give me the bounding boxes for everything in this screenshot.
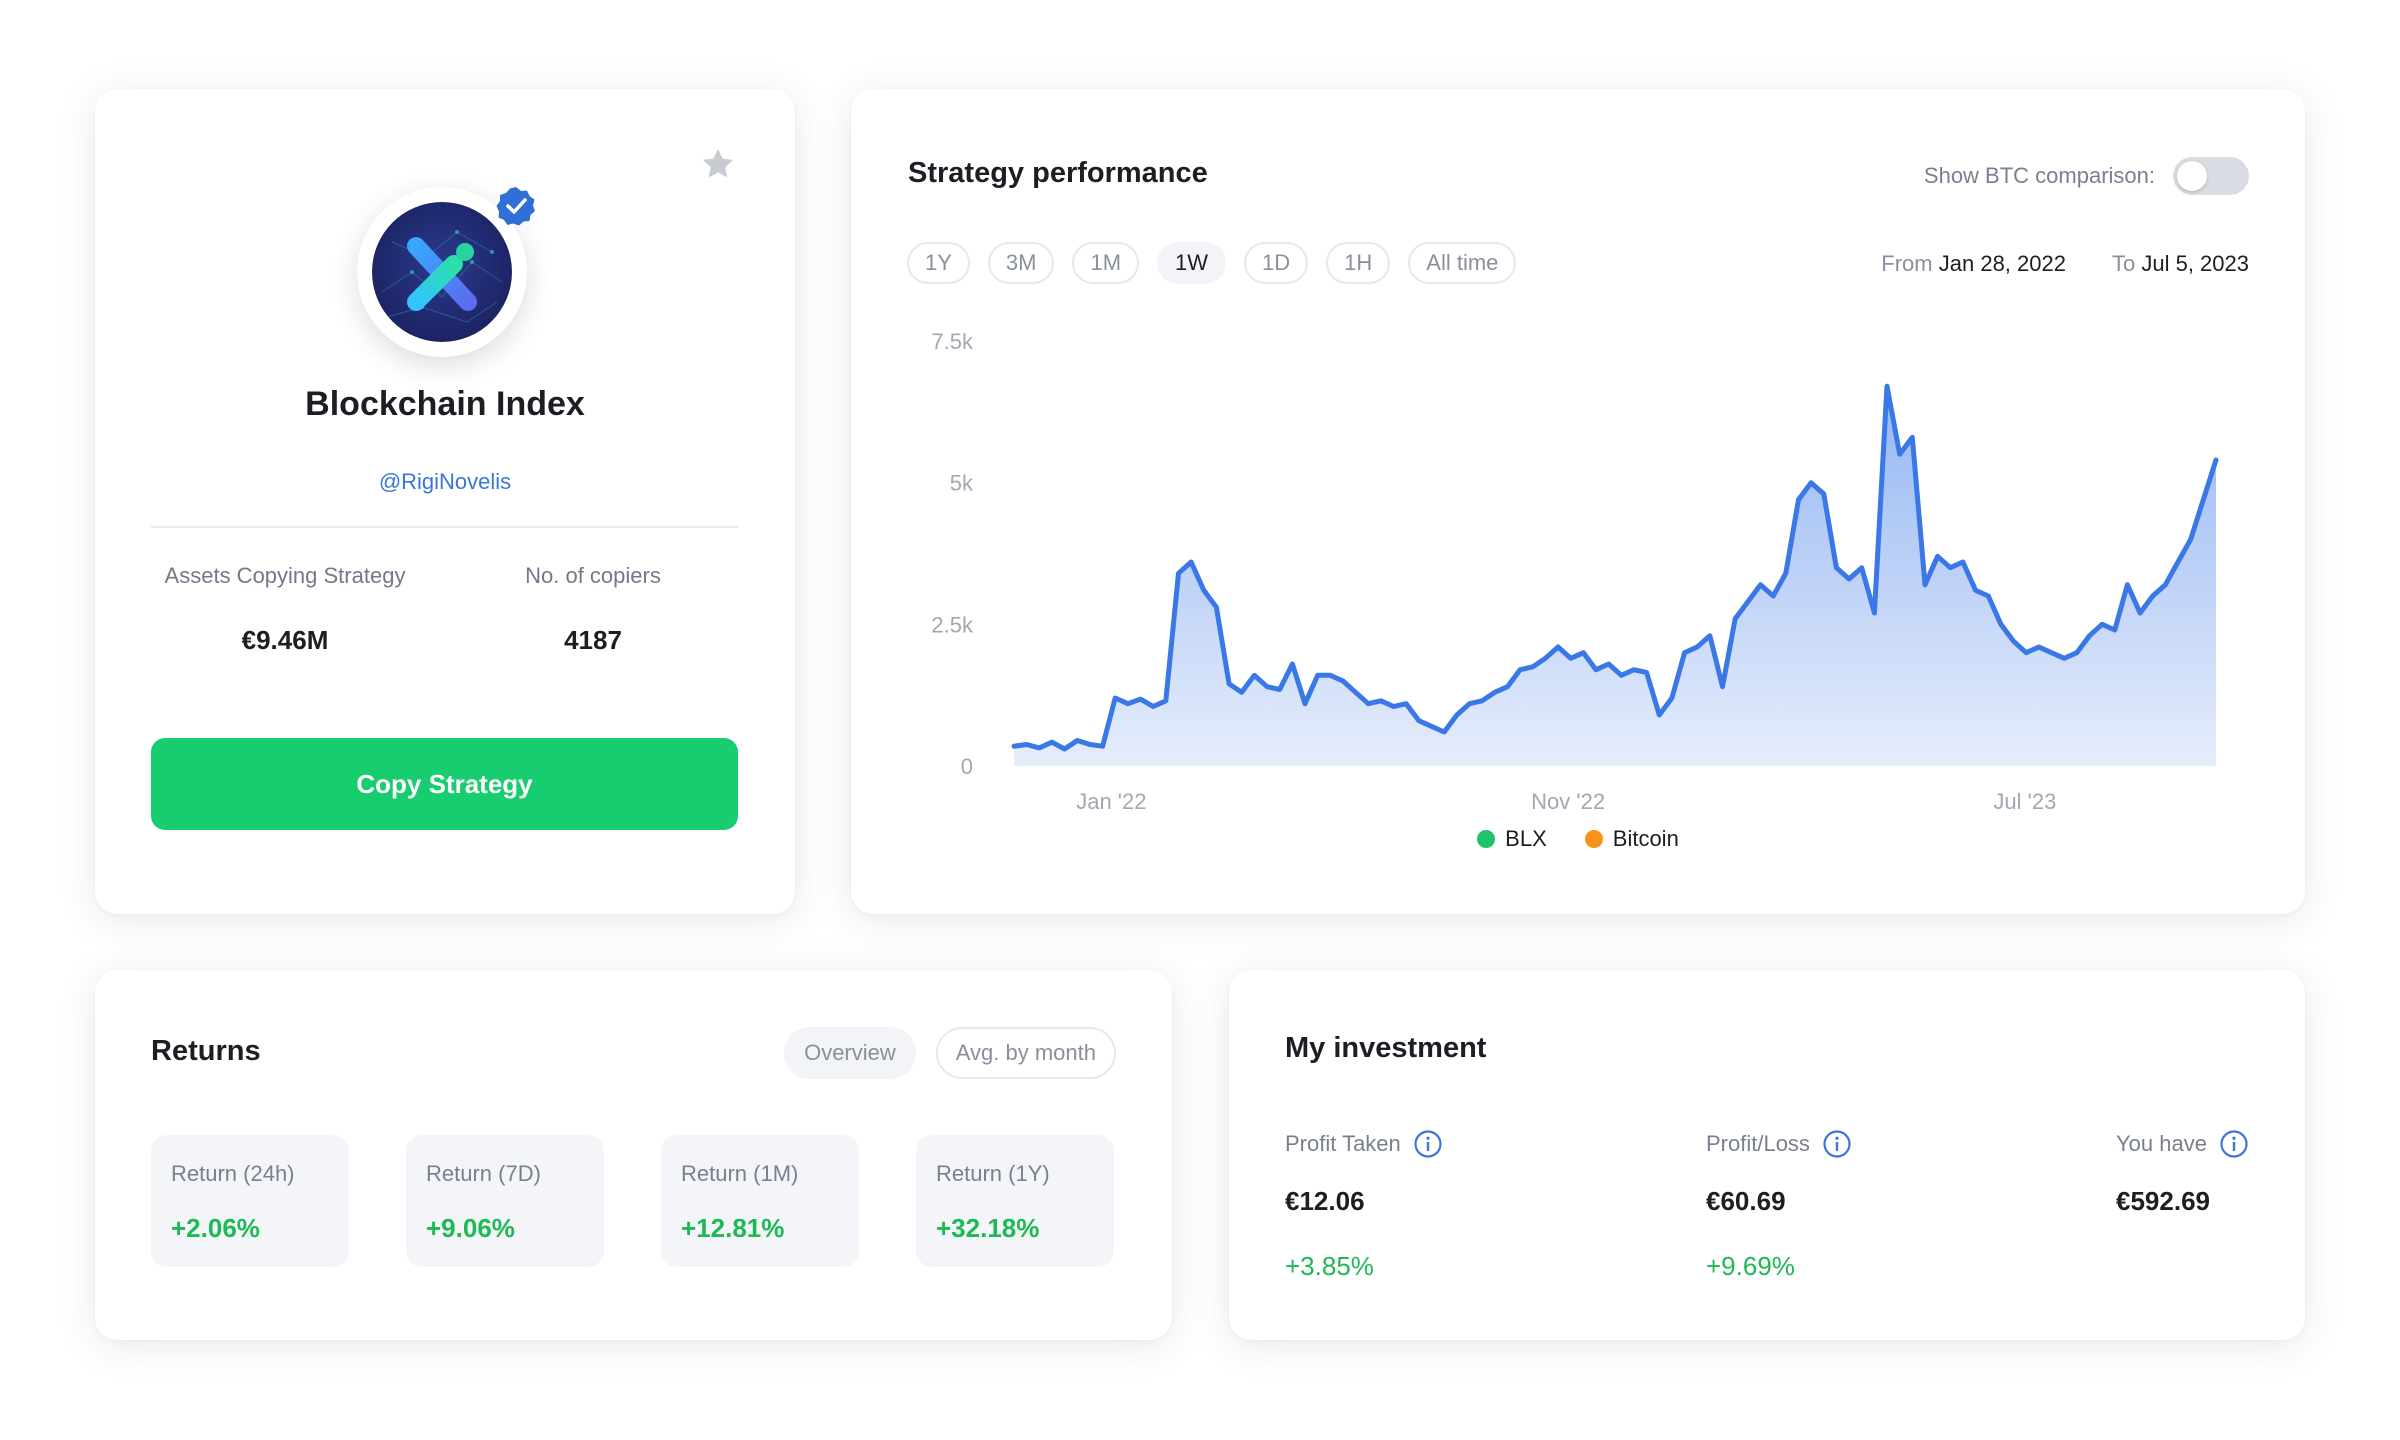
return-7d-box: Return (7D) +9.06%: [406, 1135, 604, 1267]
returns-card: Returns Overview Avg. by month Return (2…: [95, 970, 1172, 1340]
x-tick-label: Jul '23: [1993, 789, 2056, 814]
returns-title: Returns: [151, 1035, 261, 1067]
divider: [151, 526, 739, 528]
return-label: Return (1M): [681, 1161, 799, 1186]
return-value: +12.81%: [681, 1213, 785, 1243]
my-investment-card: My investment Profit Taken €12.06 +3.85%…: [1229, 970, 2305, 1340]
return-label: Return (1Y): [936, 1161, 1050, 1186]
author-handle-link[interactable]: @RigiNovelis: [95, 469, 795, 495]
info-icon[interactable]: [2219, 1129, 2249, 1159]
stat-change: +9.69%: [1706, 1251, 1795, 1281]
legend-label: BLX: [1505, 826, 1547, 851]
assets-copying-value: €9.46M: [241, 625, 329, 655]
tab-overview[interactable]: Overview: [784, 1027, 916, 1079]
investment-title: My investment: [1285, 1032, 1487, 1064]
y-tick-label: 2.5k: [931, 612, 974, 637]
legend-dot-icon: [1584, 830, 1603, 848]
stat-label: Profit Taken: [1285, 1131, 1401, 1156]
chart-legend: BLX Bitcoin: [851, 826, 2305, 852]
legend-item-bitcoin[interactable]: Bitcoin: [1584, 826, 1679, 852]
x-tick-label: Nov '22: [1531, 789, 1605, 814]
return-label: Return (24h): [171, 1161, 295, 1186]
stat-label: You have: [2116, 1131, 2207, 1156]
return-label: Return (7D): [426, 1161, 541, 1186]
info-icon[interactable]: [1413, 1129, 1443, 1159]
series-area-blx: [1014, 386, 2216, 766]
x-tick-label: Jan '22: [1076, 789, 1146, 814]
info-icon[interactable]: [1822, 1129, 1852, 1159]
copy-strategy-button[interactable]: Copy Strategy: [151, 738, 738, 830]
return-1m-box: Return (1M) +12.81%: [661, 1135, 859, 1267]
y-tick-label: 0: [961, 754, 973, 779]
strategy-title: Blockchain Index: [305, 385, 585, 423]
stat-label: Profit/Loss: [1706, 1131, 1810, 1156]
profit-taken-stat: Profit Taken €12.06 +3.85%: [1285, 1128, 1443, 1282]
legend-dot-icon: [1477, 830, 1496, 848]
performance-chart: 0 2.5k 5k 7.5k Jan '22 Nov '22 Jul '23: [931, 329, 2219, 814]
stat-value: €12.06: [1285, 1186, 1365, 1216]
copiers-value: 4187: [564, 625, 622, 655]
verified-badge-icon: [496, 187, 535, 226]
return-value: +2.06%: [171, 1213, 260, 1243]
strategy-logo-icon: [372, 202, 512, 342]
strategy-performance-card: Strategy performance Show BTC comparison…: [851, 89, 2305, 914]
y-tick-label: 7.5k: [931, 329, 974, 354]
tab-avg-by-month[interactable]: Avg. by month: [935, 1027, 1116, 1079]
strategy-profile-card: Blockchain Index @RigiNovelis Assets Cop…: [95, 89, 795, 914]
star-icon[interactable]: [699, 145, 737, 183]
profit-loss-stat: Profit/Loss €60.69 +9.69%: [1706, 1128, 1852, 1282]
you-have-stat: You have €592.69: [2116, 1128, 2249, 1217]
stat-value: €592.69: [2116, 1186, 2210, 1216]
return-value: +9.06%: [426, 1213, 515, 1243]
return-1y-box: Return (1Y) +32.18%: [916, 1135, 1114, 1267]
legend-label: Bitcoin: [1612, 826, 1679, 851]
assets-copying-label: Assets Copying Strategy: [164, 563, 406, 588]
stat-value: €60.69: [1706, 1186, 1786, 1216]
copiers-label: No. of copiers: [525, 563, 661, 588]
legend-item-blx[interactable]: BLX: [1477, 826, 1547, 852]
stat-change: +3.85%: [1285, 1251, 1374, 1281]
return-24h-box: Return (24h) +2.06%: [151, 1135, 349, 1267]
return-value: +32.18%: [936, 1213, 1040, 1243]
y-tick-label: 5k: [950, 471, 974, 496]
returns-tabs: Overview Avg. by month: [784, 1027, 1116, 1079]
